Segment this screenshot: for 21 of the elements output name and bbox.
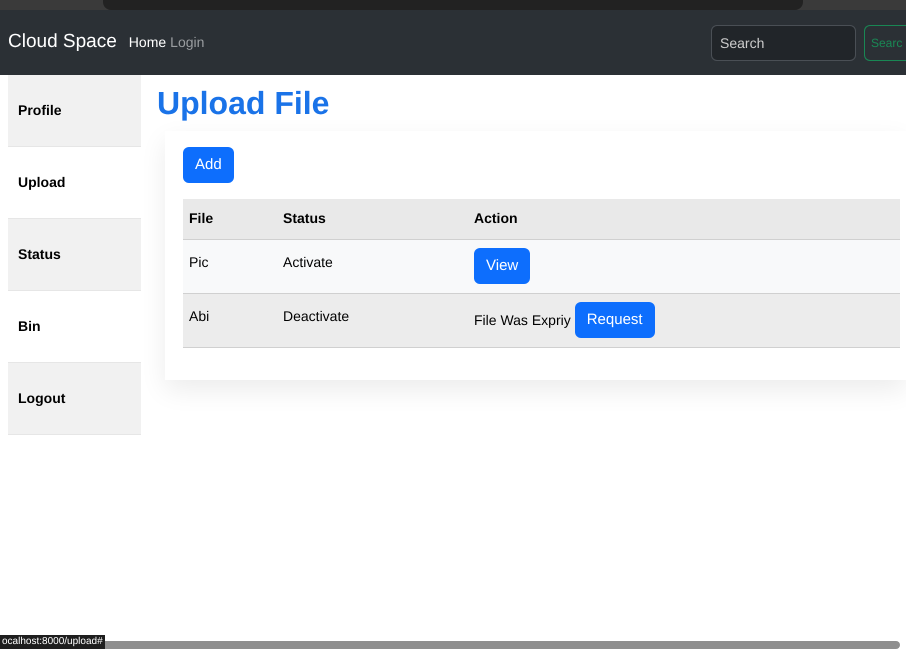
- table-cell: Abi: [189, 308, 210, 324]
- status-url: ocalhost:8000/upload#: [0, 635, 105, 649]
- request-button[interactable]: Request: [574, 302, 655, 338]
- expiry-note: File Was Expriy: [474, 310, 571, 330]
- column-header: File: [183, 199, 277, 239]
- scrollbar[interactable]: [104, 641, 900, 649]
- table-cell: Deactivate: [283, 308, 350, 324]
- column-header: Status: [277, 199, 468, 239]
- search-field[interactable]: Search: [711, 24, 856, 60]
- sidebar-item[interactable]: Logout: [8, 363, 141, 435]
- sidebar-item[interactable]: Profile: [8, 75, 141, 147]
- table-cell: Pic: [189, 254, 208, 270]
- brand-name: Cloud Space: [8, 30, 117, 54]
- page-title: Upload File: [157, 84, 330, 123]
- column-header: Action: [468, 199, 900, 239]
- nav-link[interactable]: Login: [170, 32, 204, 53]
- table-cell: Activate: [283, 254, 333, 270]
- add-button[interactable]: Add: [183, 147, 234, 183]
- view-button[interactable]: View: [474, 248, 530, 284]
- sidebar-item[interactable]: Status: [8, 219, 141, 291]
- nav-link[interactable]: Home: [128, 32, 166, 53]
